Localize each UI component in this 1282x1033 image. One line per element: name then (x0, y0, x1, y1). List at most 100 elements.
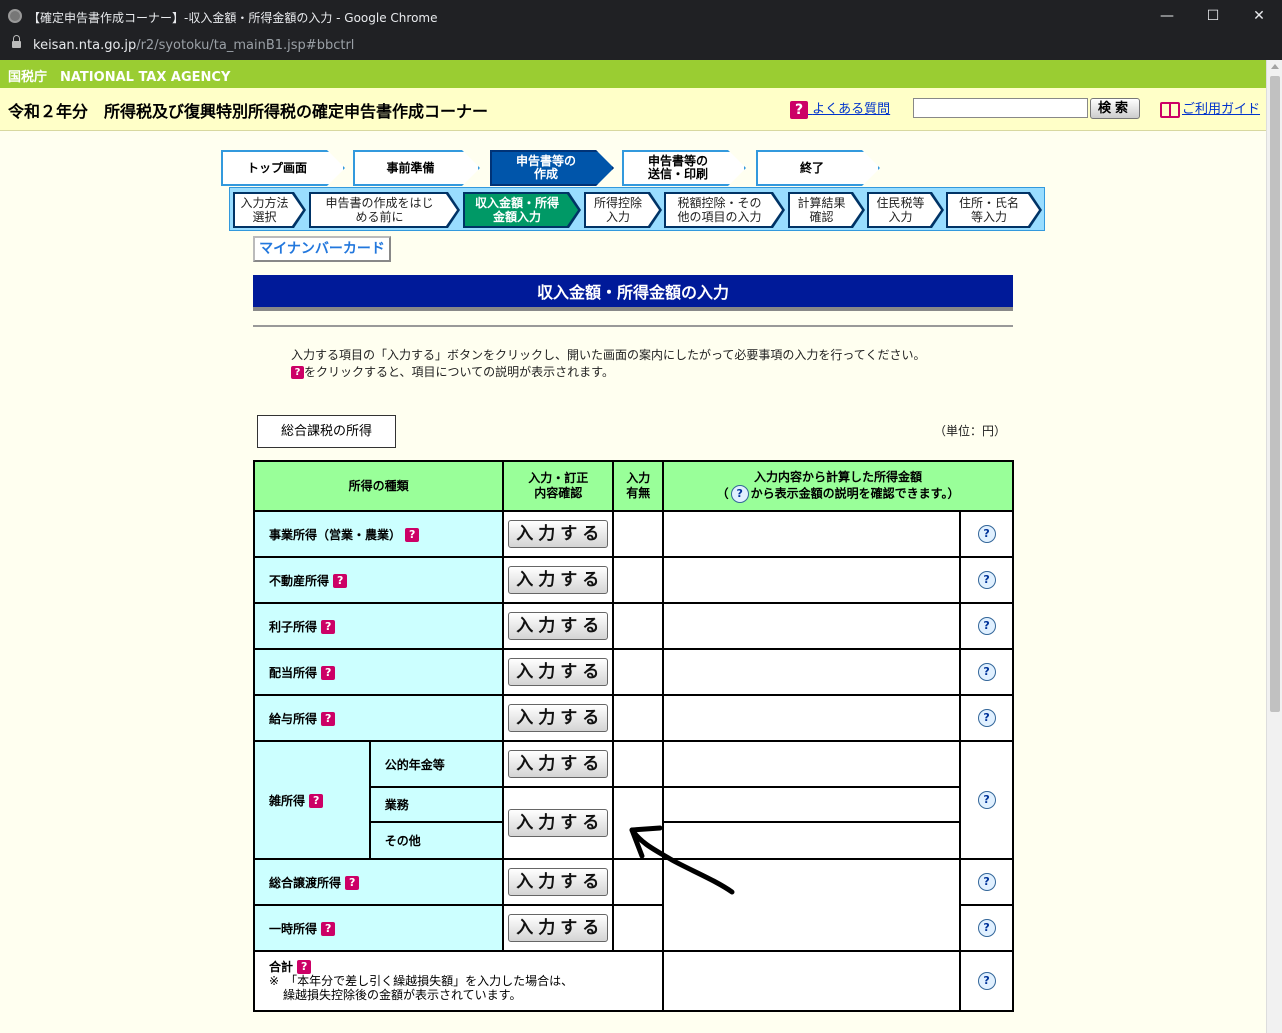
row-kind: 事業所得（営業・農業） ? (252, 510, 505, 558)
main-step-label: 申告書等の 送信・印刷 (647, 154, 708, 181)
search-input[interactable] (913, 98, 1088, 118)
instructions: 入力する項目の「入力する」ボタンをクリックし、開いた画面の案内にしたがって必要事… (291, 347, 925, 381)
mynumber-card-button[interactable]: マイナンバーカード (253, 236, 391, 262)
help-bubble-icon[interactable] (976, 873, 998, 891)
url-host: keisan.nta.go.jp (33, 38, 137, 53)
book-icon (1160, 101, 1180, 118)
sub-step-label: 税額控除・その 他の項目の入力 (677, 196, 762, 224)
section-title: 収入金額・所得金額の入力 (253, 275, 1013, 311)
instructions-line1: 入力する項目の「入力する」ボタンをクリックし、開いた画面の案内にしたがって必要事… (291, 348, 926, 362)
sub-step-deduction[interactable]: 所得控除 入力 (584, 192, 662, 228)
sub-step-tax-credit[interactable]: 税額控除・その 他の項目の入力 (664, 192, 785, 228)
question-red-icon[interactable]: ? (321, 620, 336, 634)
sub-step-label: 住民税等 入力 (876, 196, 925, 224)
help-bubble-icon[interactable] (976, 791, 998, 809)
help-bubble-icon[interactable] (976, 919, 998, 937)
help-bubble-icon[interactable] (976, 525, 998, 543)
misc-sub-business: 業務 (368, 786, 505, 823)
main-step-label: 事前準備 (386, 160, 435, 175)
input-button[interactable]: 入力する (508, 566, 609, 594)
row-help (959, 648, 1014, 696)
row-kind-label: 配当所得 (269, 665, 318, 680)
row-input-cell: 入力する (502, 556, 615, 604)
help-bubble-icon[interactable] (976, 709, 998, 727)
vertical-scrollbar[interactable] (1266, 60, 1282, 1033)
row-input-cell: 入力する (502, 786, 615, 860)
help-bubble-icon[interactable] (976, 571, 998, 589)
table-header-row: 所得の種類 入力・訂正 内容確認 入力 有無 入力内容から計算した所得金額 （ か… (252, 460, 1014, 512)
page-viewport: 国税庁 NATIONAL TAX AGENCY 令和２年分 所得税及び復興特別所… (0, 60, 1266, 1033)
table-row: 利子所得 ? 入力する (252, 602, 1014, 650)
row-help (959, 694, 1014, 742)
question-red-icon[interactable]: ? (309, 794, 324, 808)
scroll-up-icon[interactable] (1271, 64, 1279, 69)
help-bubble-icon[interactable] (976, 972, 998, 990)
row-amount (662, 510, 962, 558)
address-bar[interactable]: keisan.nta.go.jp/r2/syotoku/ta_mainB1.js… (0, 32, 1282, 60)
question-red-icon[interactable]: ? (333, 574, 348, 588)
row-kind: 配当所得 ? (252, 648, 505, 696)
sub-step-label: 所得控除 入力 (593, 196, 642, 224)
tab-general-income[interactable]: 総合課税の所得 (257, 415, 396, 448)
input-button[interactable]: 入力する (508, 809, 609, 837)
header-kind: 所得の種類 (252, 460, 505, 512)
table-row-misc-pension: 雑所得 ? 公的年金等 入力する (253, 740, 1014, 860)
minimize-button[interactable]: — (1144, 4, 1190, 28)
instructions-line2: をクリックすると、項目についての説明が表示されます。 (304, 365, 614, 379)
main-step-label: 終了 (799, 160, 824, 175)
url-text[interactable]: keisan.nta.go.jp/r2/syotoku/ta_mainB1.js… (33, 38, 354, 53)
sub-step-result[interactable]: 計算結果 確認 (788, 192, 865, 228)
question-red-icon[interactable]: ? (321, 712, 336, 726)
header-input: 入力・訂正 内容確認 (502, 460, 615, 512)
input-button[interactable]: 入力する (508, 520, 609, 548)
row-kind-label: 総合譲渡所得 (269, 875, 342, 890)
question-red-icon[interactable]: ? (345, 876, 360, 890)
question-red-icon[interactable]: ? (405, 528, 420, 542)
input-button[interactable]: 入力する (508, 704, 609, 732)
input-button[interactable]: 入力する (508, 612, 609, 640)
sub-step-income[interactable]: 収入金額・所得 金額入力 (463, 192, 581, 228)
question-red-icon[interactable]: ? (321, 666, 336, 680)
agency-name[interactable]: 国税庁 NATIONAL TAX AGENCY (8, 66, 230, 85)
main-step-create[interactable]: 申告書等の 作成 (490, 150, 614, 186)
question-red-icon[interactable]: ? (321, 922, 336, 936)
help-bubble-icon[interactable] (976, 663, 998, 681)
row-help (959, 950, 1014, 1012)
row-input-cell: 入力する (502, 740, 615, 788)
row-kind: 給与所得 ? (252, 694, 505, 742)
input-button[interactable]: 入力する (508, 658, 609, 686)
row-amount (662, 602, 962, 650)
scroll-thumb[interactable] (1270, 76, 1280, 712)
sub-step-address[interactable]: 住所・氏名 等入力 (946, 192, 1042, 228)
table-row-total: 合計 ? ※ 「本年分で差し引く繰越損失額」を入力した場合は、 繰越損失控除後の… (252, 950, 1014, 1012)
row-input-cell: 入力する (502, 694, 615, 742)
misc-sub-pension: 公的年金等 (368, 740, 505, 788)
row-input-cell: 入力する (502, 904, 615, 952)
row-help (959, 904, 1014, 952)
close-window-button[interactable]: ✕ (1236, 4, 1282, 28)
row-kind: 不動産所得 ? (252, 556, 505, 604)
maximize-button[interactable]: ☐ (1190, 4, 1236, 28)
guide-link[interactable]: ご利用ガイド (1160, 98, 1260, 118)
sub-step-resident-tax[interactable]: 住民税等 入力 (867, 192, 944, 228)
row-amount (662, 740, 962, 788)
sub-step-before[interactable]: 申告書の作成をはじ める前に (309, 192, 460, 228)
row-amount (662, 694, 962, 742)
faq-link[interactable]: ? よくある質問 (790, 98, 890, 119)
guide-label: ご利用ガイド (1182, 102, 1261, 117)
input-button[interactable]: 入力する (508, 868, 609, 896)
input-button[interactable]: 入力する (508, 750, 609, 778)
search-button[interactable]: 検索 (1090, 98, 1140, 119)
income-table: 所得の種類 入力・訂正 内容確認 入力 有無 入力内容から計算した所得金額 （ か… (252, 460, 1014, 1012)
main-step-top[interactable]: トップ画面 (221, 150, 345, 186)
header-status: 入力 有無 (612, 460, 665, 512)
main-step-send-print[interactable]: 申告書等の 送信・印刷 (622, 150, 746, 186)
sub-step-label: 計算結果 確認 (797, 196, 846, 224)
main-step-prep[interactable]: 事前準備 (353, 150, 480, 186)
main-step-finish[interactable]: 終了 (756, 150, 880, 186)
main-step-label: トップ画面 (246, 160, 307, 175)
sub-step-method[interactable]: 入力方法 選択 (233, 192, 306, 228)
help-bubble-icon[interactable] (976, 617, 998, 635)
input-button[interactable]: 入力する (508, 914, 609, 942)
question-red-icon[interactable]: ? (297, 960, 312, 975)
